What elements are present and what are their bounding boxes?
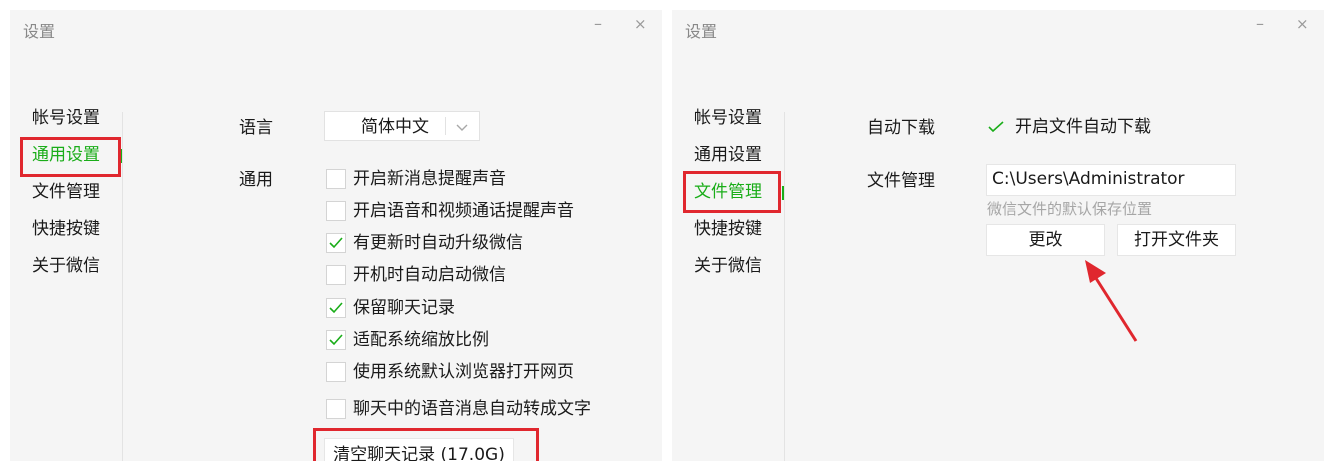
nav-divider	[122, 112, 123, 461]
settings-window-general: 设置 – × 帐号设置 通用设置 文件管理 快捷按键 关于微信 语言 简体中文 …	[10, 10, 662, 461]
sidebar-item-about[interactable]: 关于微信	[32, 255, 100, 277]
checkbox[interactable]	[326, 298, 346, 318]
option-label: 开机时自动启动微信	[353, 265, 506, 285]
check-icon	[329, 302, 343, 314]
close-button[interactable]: ×	[634, 14, 647, 34]
option-label: 保留聊天记录	[353, 298, 455, 318]
checkbox[interactable]	[326, 233, 346, 253]
language-label: 语言	[239, 118, 273, 138]
window-title: 设置	[23, 22, 56, 41]
checkbox[interactable]	[326, 362, 346, 382]
option-label: 开启语音和视频通话提醒声音	[353, 201, 574, 221]
option-label: 适配系统缩放比例	[353, 330, 489, 350]
checkbox[interactable]	[326, 330, 346, 350]
chevron-down-icon	[456, 124, 468, 131]
minimize-button[interactable]: –	[594, 14, 602, 34]
sidebar-item-shortcuts[interactable]: 快捷按键	[32, 218, 100, 240]
sidebar-item-files[interactable]: 文件管理	[32, 181, 100, 203]
checkbox[interactable]	[326, 169, 346, 189]
option-label: 聊天中的语音消息自动转成文字	[353, 399, 591, 419]
option-label: 有更新时自动升级微信	[353, 233, 523, 253]
checkbox[interactable]	[326, 265, 346, 285]
checkbox[interactable]	[326, 399, 346, 419]
settings-window-files: 设置 – × 帐号设置 通用设置 文件管理 快捷按键 关于微信 自动下载 开启文…	[672, 10, 1324, 461]
language-select[interactable]: 简体中文	[324, 111, 480, 141]
language-value: 简体中文	[361, 117, 429, 137]
option-label: 使用系统默认浏览器打开网页	[353, 362, 574, 382]
general-label: 通用	[239, 170, 273, 190]
checkbox[interactable]	[326, 201, 346, 221]
highlight-box-clear-history	[313, 428, 539, 461]
select-separator	[445, 117, 446, 135]
sidebar-item-account[interactable]: 帐号设置	[32, 107, 100, 129]
check-icon	[329, 334, 343, 346]
option-label: 开启新消息提醒声音	[353, 169, 506, 189]
check-icon	[329, 237, 343, 249]
highlight-box-general	[20, 137, 121, 177]
red-arrow-annotation	[1085, 260, 1138, 342]
